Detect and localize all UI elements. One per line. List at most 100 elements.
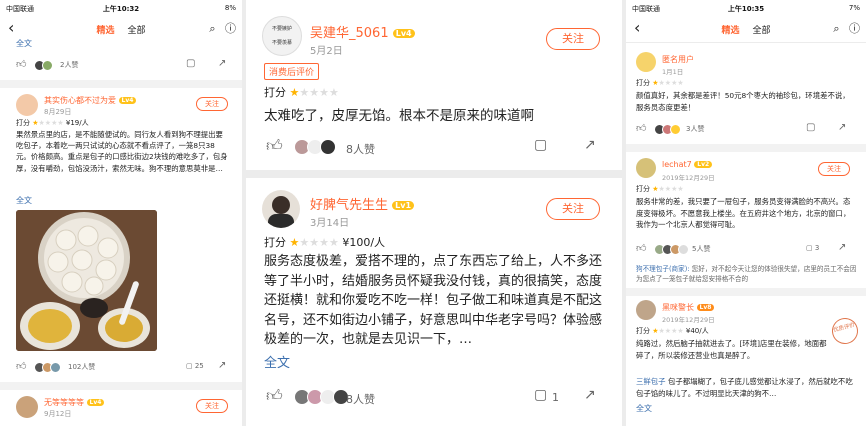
- avatar[interactable]: [16, 396, 38, 418]
- comment-icon[interactable]: ▢: [534, 387, 547, 403]
- divider: [626, 288, 866, 296]
- action-bar: 👍︎ 8人赞 ▢ ↗: [246, 136, 622, 162]
- divider: [0, 80, 242, 88]
- follow-button[interactable]: 关注: [818, 162, 850, 176]
- review-date: 2019年12月29日: [662, 174, 715, 182]
- help-icon[interactable]: ⓘ: [849, 22, 860, 35]
- likes-count: 8人赞: [346, 393, 375, 406]
- review-text: 服务态度极差，爱搭不理的，点了东西忘了给上，人不多还等了半小时，结婚服务员怀疑我…: [264, 254, 603, 347]
- action-bar: 👍︎ 3人赞 ▢ ↗: [626, 120, 866, 140]
- tab-featured[interactable]: 精选: [722, 26, 740, 36]
- thumb-up-icon[interactable]: 👍︎: [266, 136, 283, 156]
- avatar[interactable]: [636, 52, 656, 72]
- follow-button[interactable]: 关注: [546, 28, 600, 50]
- comment-icon[interactable]: ▢ 25: [186, 362, 204, 370]
- status-bar: 中国联通 上午10:35 7%: [626, 0, 866, 18]
- liker-avatars: [294, 389, 349, 405]
- comment-icon[interactable]: ▢: [806, 122, 815, 133]
- search-icon[interactable]: ⌕: [209, 22, 215, 35]
- likes-count: 8人赞: [346, 143, 375, 156]
- liker-avatars: [34, 60, 53, 71]
- level-badge: Lv8: [696, 304, 715, 311]
- divider: [0, 382, 242, 390]
- avatar[interactable]: 不要嫉妒 不要羡慕: [262, 16, 302, 56]
- level-badge: Lv4: [118, 97, 137, 104]
- avatar[interactable]: [16, 94, 38, 116]
- action-bar: 👍︎ 5人赞 ▢ 3 ↗: [626, 240, 866, 260]
- likes-count: 102人赞: [68, 363, 96, 371]
- search-icon[interactable]: ⌕: [833, 22, 839, 35]
- score-row: 打分 ★★★★★: [264, 86, 339, 99]
- comment-count: 1: [552, 391, 559, 404]
- level-badge: Lv4: [392, 29, 415, 38]
- share-icon[interactable]: ↗: [584, 387, 596, 403]
- review-text-continued: 三鲜包子 包子都塌糊了，包子底儿感觉都让水浸了，然后就吃不吃包子馅的味儿了。不过…: [636, 377, 853, 398]
- star-icon: ★★★★★: [289, 236, 339, 249]
- review-user[interactable]: lechat7 Lv2: [662, 160, 713, 169]
- review-user[interactable]: 黑咪警长 Lv8: [662, 302, 715, 313]
- more-link[interactable]: 全文: [16, 195, 32, 206]
- thumb-up-icon[interactable]: 👍︎: [16, 58, 26, 70]
- action-bar: 👍︎ 2人赞 ▢ ↗: [0, 56, 242, 76]
- liker-avatars: [34, 362, 61, 373]
- liker-avatars: [294, 139, 336, 155]
- avatar[interactable]: [262, 190, 300, 228]
- avatar[interactable]: [636, 300, 656, 320]
- comment-icon[interactable]: ▢ 3: [806, 244, 819, 252]
- share-icon[interactable]: ↗: [218, 360, 226, 371]
- follow-button[interactable]: 关注: [196, 399, 228, 413]
- review-user[interactable]: 无等等等等 Lv4: [44, 397, 105, 408]
- score-row: 打分 ★★★★★: [636, 79, 684, 87]
- comment-count: 25: [194, 362, 204, 370]
- thumb-up-icon[interactable]: 👍︎: [636, 242, 646, 254]
- score-row: 打分 ★★★★★ ¥40/人: [636, 327, 709, 335]
- review-date: 2019年12月29日: [662, 316, 715, 324]
- tab-all[interactable]: 全部: [127, 26, 145, 36]
- avatar[interactable]: [636, 158, 656, 178]
- share-icon[interactable]: ↗: [838, 122, 846, 133]
- more-link[interactable]: 全文: [264, 352, 290, 371]
- share-icon[interactable]: ↗: [218, 58, 226, 69]
- liker-avatars: [654, 244, 689, 255]
- review-date: 5月2日: [310, 46, 343, 57]
- food-photo[interactable]: [16, 210, 157, 351]
- middle-screenshot: 不要嫉妒 不要羡慕 吴建华_5061 Lv4 5月2日 关注 消费后评价 打分 …: [246, 0, 622, 426]
- review-date: 3月14日: [310, 218, 350, 229]
- level-badge: Lv1: [392, 201, 415, 210]
- review-date: 8月29日: [44, 108, 72, 116]
- follow-button[interactable]: 关注: [196, 97, 228, 111]
- comment-icon[interactable]: ▢: [186, 58, 195, 69]
- more-link[interactable]: 全文: [16, 38, 32, 49]
- left-screenshot: 中国联通 上午10:32 8% ‹ 精选 全部 ⌕ ⓘ 全文 👍︎ 2人赞 ▢ …: [0, 0, 242, 426]
- review-tag: 消费后评价: [264, 63, 320, 80]
- dish-tag[interactable]: 三鲜包子: [636, 377, 666, 386]
- review-user[interactable]: 吴建华_5061 Lv4: [310, 22, 415, 41]
- right-screenshot: 中国联通 上午10:35 7% ‹ 精选 全部 ⌕ ⓘ 匿名用户 1月1日 打分…: [626, 0, 866, 426]
- share-icon[interactable]: ↗: [584, 137, 596, 153]
- score-row: 打分 ★★★★★ ¥100/人: [264, 236, 386, 249]
- more-link[interactable]: 全文: [636, 403, 652, 414]
- tab-featured[interactable]: 精选: [97, 26, 115, 36]
- thumb-up-icon[interactable]: 👍︎: [16, 360, 26, 372]
- share-icon[interactable]: ↗: [838, 242, 846, 253]
- comment-icon[interactable]: ▢: [534, 137, 547, 153]
- battery-label: 7%: [848, 4, 860, 12]
- review-user[interactable]: 好脾气先生生 Lv1: [310, 194, 415, 213]
- thumb-up-icon[interactable]: 👍︎: [636, 122, 646, 134]
- action-bar: 👍︎ 102人赞 ▢ 25 ↗: [0, 358, 242, 378]
- time-label: 上午10:32: [102, 5, 140, 13]
- review-user[interactable]: 匿名用户: [662, 54, 694, 65]
- action-bar: 👍︎ 8人赞 ▢ 1 ↗: [246, 386, 622, 412]
- merchant-name[interactable]: 狗不理包子(商家):: [636, 265, 690, 273]
- review-user[interactable]: 其实伤心都不过为爱 Lv4: [44, 95, 137, 106]
- help-icon[interactable]: ⓘ: [225, 22, 236, 35]
- divider: [626, 144, 866, 152]
- star-icon: ★★★★★: [652, 327, 684, 335]
- level-badge: Lv4: [86, 399, 105, 406]
- nav-bar: ‹ 精选 全部 ⌕ ⓘ: [626, 18, 866, 40]
- thumb-up-icon[interactable]: 👍︎: [266, 386, 283, 406]
- tab-all[interactable]: 全部: [752, 26, 770, 36]
- status-bar: 中国联通 上午10:32 8%: [0, 0, 242, 18]
- review-text: 服务非常的差，我只要了一屉包子，服务员变得满脸的不高兴。态度变得极坏。不愿意我上…: [636, 197, 851, 229]
- follow-button[interactable]: 关注: [546, 198, 600, 220]
